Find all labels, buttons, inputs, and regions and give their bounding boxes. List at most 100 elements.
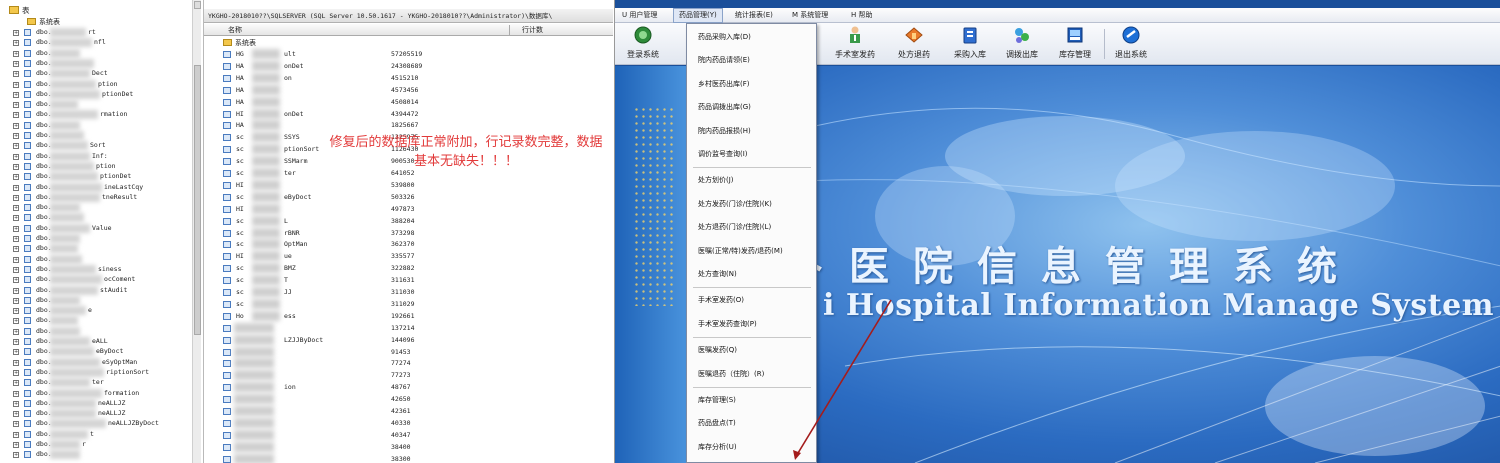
expand-icon[interactable]: + — [13, 71, 19, 78]
table-row[interactable]: 38300 — [204, 453, 604, 463]
tree-table-item[interactable]: + dbo. — [0, 254, 190, 264]
tree-table-item[interactable]: + dbo. formation — [0, 388, 190, 398]
dropdown-menu-item[interactable]: 手术室发药(O) — [687, 289, 816, 311]
expand-icon[interactable]: + — [13, 421, 19, 428]
tree-table-item[interactable]: + dbo. — [0, 203, 190, 213]
expand-icon[interactable]: + — [13, 153, 19, 160]
table-row[interactable]: 137214 — [204, 322, 604, 333]
dropdown-menu-item[interactable]: 处方发药(门诊/住院)(K) — [687, 193, 816, 215]
transfer-button[interactable]: 调拨出库 — [996, 25, 1048, 63]
tree-table-item[interactable]: + dbo. — [0, 316, 190, 326]
column-divider[interactable] — [509, 25, 510, 35]
tree-table-item[interactable]: + dbo. eALL — [0, 337, 190, 346]
tree-table-item[interactable]: + dbo. Dect — [0, 69, 190, 79]
tree-table-item[interactable]: + dbo. rt — [0, 28, 190, 37]
expand-icon[interactable]: + — [13, 50, 19, 57]
table-row[interactable]: sc 311029 — [204, 298, 604, 309]
tree-table-item[interactable]: + dbo. ineLastCqy — [0, 182, 190, 192]
expand-icon[interactable]: + — [13, 91, 19, 98]
scroll-up-button[interactable] — [194, 1, 201, 9]
login-button[interactable]: 登录系统 — [617, 25, 669, 63]
expand-icon[interactable]: + — [13, 246, 19, 253]
table-row[interactable]: 40347 — [204, 429, 604, 440]
tree-table-item[interactable]: + dbo. — [0, 326, 190, 336]
dropdown-menu-item[interactable]: 处方划价(J) — [687, 169, 816, 191]
table-row[interactable]: 77273 — [204, 370, 604, 381]
expand-icon[interactable]: + — [13, 390, 19, 397]
table-row[interactable]: HI ue 335577 — [204, 251, 604, 262]
expand-icon[interactable]: + — [13, 133, 19, 139]
table-row[interactable]: HI 539800 — [204, 179, 604, 190]
surgery-dispense-button[interactable]: 手术室发药 — [829, 25, 881, 63]
table-row[interactable]: sc JJ 311030 — [204, 287, 604, 297]
tree-table-item[interactable]: + dbo. ocComent — [0, 275, 190, 285]
table-row[interactable]: HA 1825667 — [204, 120, 604, 131]
tree-table-item[interactable]: + dbo. siness — [0, 264, 190, 274]
expand-icon[interactable]: + — [13, 81, 19, 88]
table-row[interactable]: HI 497873 — [204, 203, 604, 214]
tree-table-item[interactable]: + dbo. riptionSort — [0, 367, 190, 377]
table-row[interactable]: sc eByDoct 503326 — [204, 191, 604, 202]
tree-table-item[interactable]: + dbo. — [0, 58, 190, 68]
expand-icon[interactable]: + — [13, 205, 19, 212]
tree-table-item[interactable]: + dbo. — [0, 131, 190, 140]
table-row[interactable]: HA 4508014 — [204, 96, 604, 107]
tree-table-item[interactable]: + dbo. rmation — [0, 110, 190, 120]
expand-icon[interactable]: + — [13, 349, 19, 356]
tree-table-item[interactable]: + dbo. — [0, 120, 190, 130]
column-header-row-count[interactable]: 行计数 — [522, 24, 543, 36]
expand-icon[interactable]: + — [13, 380, 19, 387]
expand-icon[interactable]: + — [13, 236, 19, 242]
tree-table-item[interactable]: + dbo. ter — [0, 378, 190, 388]
expand-icon[interactable]: + — [13, 452, 19, 459]
expand-icon[interactable]: + — [13, 318, 19, 325]
dropdown-menu-item[interactable]: 乡村医药出库(F) — [687, 73, 816, 95]
table-row[interactable]: HA onDet 24308689 — [204, 60, 604, 71]
tables-root-label[interactable]: 表 — [22, 5, 30, 16]
expand-icon[interactable]: + — [13, 40, 19, 47]
expand-icon[interactable]: + — [13, 277, 19, 284]
tree-table-item[interactable]: + dbo. eSyOptMan — [0, 357, 190, 367]
expand-icon[interactable]: + — [13, 442, 19, 448]
column-header-name[interactable]: 名称 — [228, 24, 242, 36]
tree-table-item[interactable]: + dbo. neALLJZByDoct — [0, 419, 190, 429]
system-tables-label[interactable]: 系统表 — [39, 17, 60, 27]
tree-table-item[interactable]: + dbo. r — [0, 440, 190, 449]
expand-icon[interactable]: + — [13, 184, 19, 191]
tree-table-item[interactable]: + dbo. — [0, 213, 190, 223]
expand-icon[interactable]: + — [13, 287, 19, 294]
tree-table-item[interactable]: + dbo. stAudit — [0, 285, 190, 295]
tree-table-item[interactable]: + dbo. neALLJZ — [0, 398, 190, 408]
expand-icon[interactable]: + — [13, 122, 19, 129]
expand-icon[interactable]: + — [13, 143, 19, 150]
dropdown-menu-item[interactable]: 医嘱发药(Q) — [687, 339, 816, 361]
menu-statistics[interactable]: 统计报表(E) — [730, 8, 778, 23]
tree-table-item[interactable]: + dbo. Sort — [0, 141, 190, 151]
table-row[interactable]: Ho ess 192661 — [204, 310, 604, 321]
menu-system-management[interactable]: M 系统管理 — [787, 8, 833, 23]
table-row[interactable]: 77274 — [204, 358, 604, 369]
table-row[interactable]: 40330 — [204, 417, 604, 428]
expand-icon[interactable]: + — [13, 60, 19, 67]
vertical-scrollbar[interactable] — [192, 0, 201, 463]
tree-table-item[interactable]: + dbo. — [0, 234, 190, 243]
tree-table-item[interactable]: + dbo. nfl — [0, 38, 190, 48]
expand-icon[interactable]: + — [13, 328, 19, 335]
table-row[interactable]: ion 48767 — [204, 382, 604, 393]
table-row[interactable]: HG ult 57205519 — [204, 49, 604, 59]
dropdown-menu-item[interactable]: 药品盘点(T) — [687, 412, 816, 434]
dropdown-menu-item[interactable]: 库存分析(U) — [687, 436, 816, 458]
table-row[interactable]: 38400 — [204, 441, 604, 452]
tree-table-item[interactable]: + dbo. — [0, 450, 190, 460]
dropdown-menu-item[interactable]: 库存管理(S) — [687, 389, 816, 411]
dropdown-menu-item[interactable]: 医嘱退药（住院）(R) — [687, 363, 816, 385]
expand-icon[interactable]: + — [13, 266, 19, 273]
inventory-button[interactable]: 库存管理 — [1049, 25, 1101, 63]
dropdown-menu-item[interactable]: 医嘱(正常/特)发药/退药(M) — [687, 240, 816, 262]
dropdown-menu-item[interactable]: 处方查询(N) — [687, 263, 816, 285]
tree-table-item[interactable]: + dbo. Inf: — [0, 151, 190, 161]
tree-table-item[interactable]: + dbo. t — [0, 429, 190, 439]
dropdown-menu-item[interactable]: 手术室发药查询(P) — [687, 313, 816, 335]
tree-table-item[interactable]: + dbo. — [0, 295, 190, 305]
table-row[interactable]: HI onDet 4394472 — [204, 108, 604, 119]
